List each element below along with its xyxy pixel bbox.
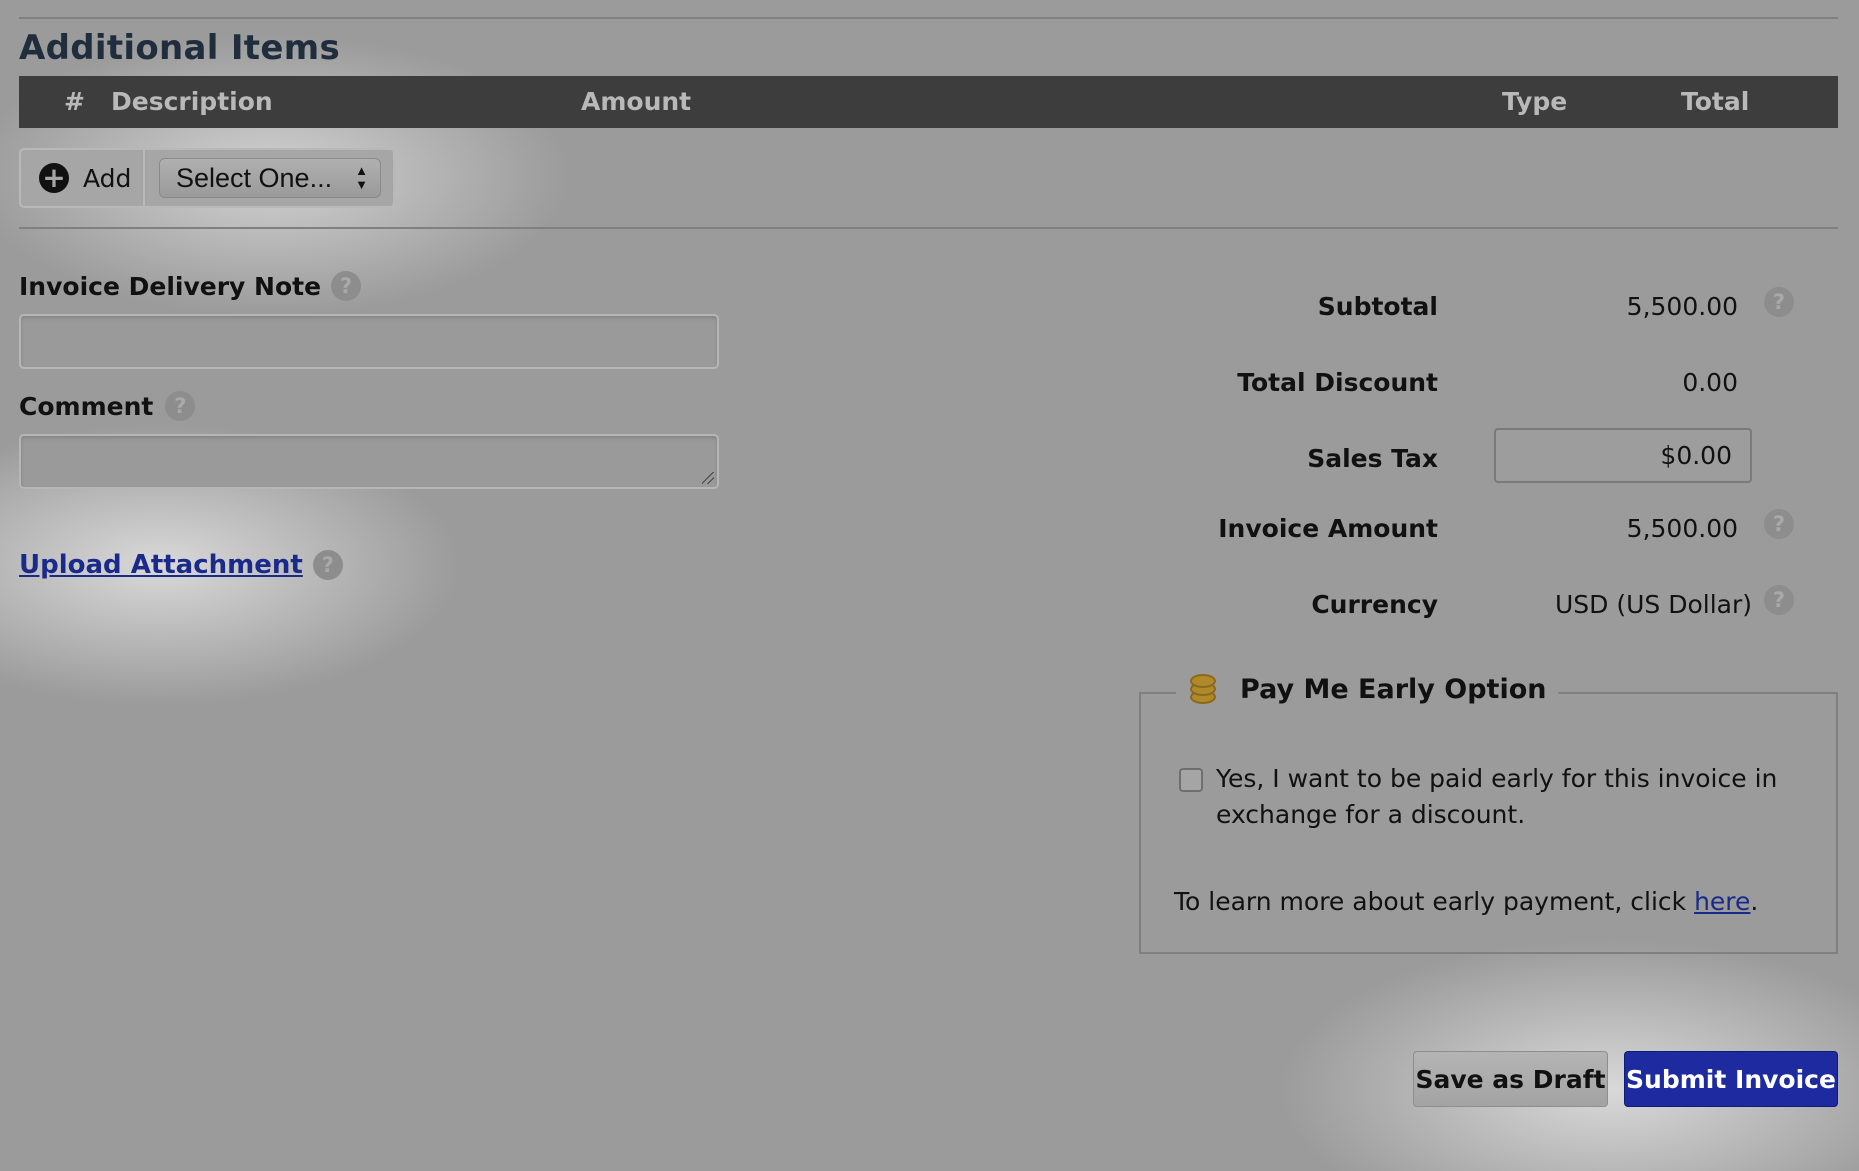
help-icon[interactable]: ?: [165, 391, 196, 421]
pay-early-legend: Pay Me Early Option: [1176, 672, 1559, 706]
learn-more-prefix: To learn more about early payment, click: [1174, 887, 1695, 916]
column-type: Type: [1502, 87, 1568, 116]
sales-tax-label: Sales Tax: [1307, 444, 1438, 473]
pay-early-checkbox-label: Yes, I want to be paid early for this in…: [1216, 761, 1777, 833]
learn-more-suffix: .: [1750, 887, 1759, 916]
section-title: Additional Items: [19, 28, 340, 68]
pay-early-text-line1: Yes, I want to be paid early for this in…: [1216, 764, 1778, 793]
item-type-select-value: Select One...: [176, 162, 333, 193]
top-divider: [19, 17, 1838, 19]
plus-circle-icon: +: [39, 163, 69, 193]
resize-grip-icon[interactable]: [702, 472, 714, 484]
total-discount-label: Total Discount: [1237, 368, 1438, 397]
help-icon[interactable]: ?: [1764, 585, 1794, 615]
add-item-button[interactable]: + Add: [21, 150, 145, 206]
items-table-header: # Description Amount Type Total: [19, 76, 1838, 128]
help-icon[interactable]: ?: [1764, 509, 1794, 539]
sales-tax-input[interactable]: $0.00: [1494, 428, 1752, 483]
column-amount: Amount: [581, 87, 692, 116]
upload-row: Upload Attachment ?: [19, 550, 343, 580]
comment-textarea[interactable]: [19, 434, 719, 489]
currency-label: Currency: [1311, 590, 1438, 619]
comment-label: Comment: [19, 391, 154, 421]
subtotal-value: 5,500.00: [1626, 292, 1738, 321]
item-type-select[interactable]: Select One... ▲ ▼: [159, 158, 381, 198]
help-icon[interactable]: ?: [312, 550, 343, 580]
column-number: #: [64, 87, 85, 116]
currency-value: USD (US Dollar): [1554, 590, 1752, 619]
pay-early-text-line2: exchange for a discount.: [1216, 800, 1526, 829]
delivery-note-label: Invoice Delivery Note: [19, 271, 322, 301]
items-divider: [19, 227, 1838, 229]
save-as-draft-button[interactable]: Save as Draft: [1413, 1051, 1608, 1107]
help-icon[interactable]: ?: [331, 271, 362, 301]
column-description: Description: [111, 87, 273, 116]
delivery-note-input[interactable]: [19, 314, 719, 369]
help-icon[interactable]: ?: [1764, 287, 1794, 317]
total-discount-value: 0.00: [1682, 368, 1738, 397]
add-item-label: Add: [83, 163, 132, 193]
column-total: Total: [1681, 87, 1750, 116]
comment-label-row: Comment ?: [19, 391, 196, 421]
upload-attachment-link[interactable]: Upload Attachment: [19, 550, 303, 580]
pay-early-title: Pay Me Early Option: [1240, 673, 1547, 705]
pay-early-checkbox[interactable]: [1179, 768, 1203, 792]
invoice-amount-label: Invoice Amount: [1218, 514, 1438, 543]
select-arrows-icon: ▲ ▼: [355, 163, 368, 192]
subtotal-label: Subtotal: [1317, 292, 1438, 321]
coins-icon: [1186, 672, 1222, 706]
learn-more-text: To learn more about early payment, click…: [1174, 884, 1758, 920]
learn-more-link[interactable]: here: [1694, 887, 1750, 916]
submit-invoice-button[interactable]: Submit Invoice: [1624, 1051, 1838, 1107]
invoice-amount-value: 5,500.00: [1626, 514, 1738, 543]
delivery-note-label-row: Invoice Delivery Note ?: [19, 271, 362, 301]
add-item-group: + Add Select One... ▲ ▼: [19, 148, 395, 208]
